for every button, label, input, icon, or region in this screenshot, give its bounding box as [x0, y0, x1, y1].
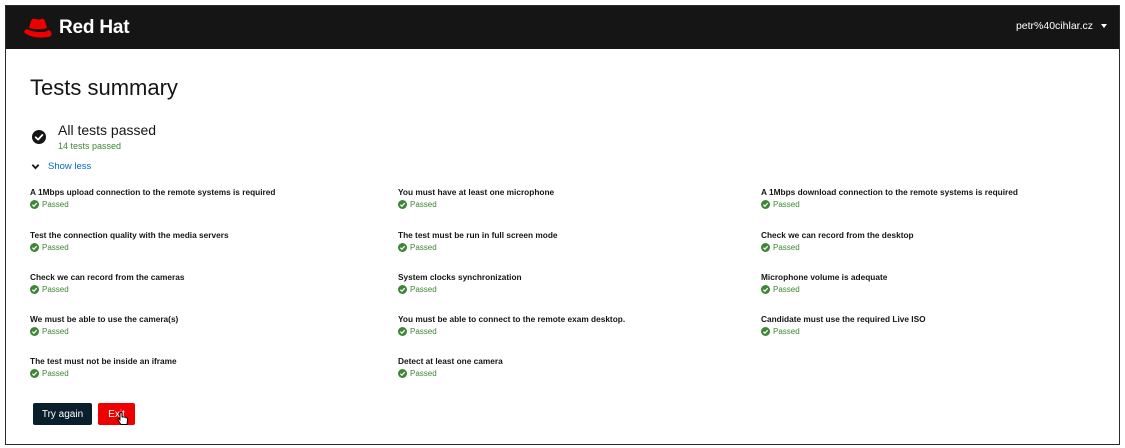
check-circle-icon: [761, 327, 770, 336]
test-item: Microphone volume is adequate Passed: [761, 272, 887, 294]
test-name: The test must not be inside an iframe: [30, 356, 177, 366]
caret-down-icon: [1101, 24, 1107, 28]
test-name: Microphone volume is adequate: [761, 272, 888, 282]
test-status: Passed: [30, 200, 275, 209]
test-item: Check we can record from the desktop Pas…: [761, 230, 914, 252]
test-status: Passed: [30, 327, 178, 336]
chevron-down-icon: [31, 164, 40, 170]
brand-name: Red Hat: [59, 17, 130, 38]
check-circle-icon: [30, 369, 39, 378]
status-label: Passed: [42, 200, 69, 209]
test-status: Passed: [30, 285, 184, 294]
check-circle-icon: [30, 327, 39, 336]
summary-count: 14 tests passed: [58, 141, 122, 151]
status-label: Passed: [773, 200, 800, 209]
test-name: Detect at least one camera: [398, 356, 503, 366]
test-name: We must be able to use the camera(s): [30, 314, 179, 324]
test-item: You must be able to connect to the remot…: [398, 314, 625, 336]
test-status: Passed: [398, 327, 625, 336]
test-status: Passed: [761, 327, 926, 336]
test-item: You must have at least one microphone Pa…: [398, 187, 554, 209]
test-name: The test must be run in full screen mode: [398, 230, 558, 240]
masthead: Red Hat petr%40cihlar.cz: [6, 6, 1119, 49]
status-label: Passed: [773, 243, 800, 252]
status-label: Passed: [42, 285, 69, 294]
check-circle-icon: [761, 243, 770, 252]
test-item: Candidate must use the required Live ISO…: [761, 314, 926, 336]
test-item: Test the connection quality with the med…: [30, 230, 229, 252]
status-label: Passed: [42, 327, 69, 336]
test-name: Check we can record from the cameras: [30, 272, 185, 282]
test-status: Passed: [398, 369, 503, 378]
check-circle-icon: [761, 285, 770, 294]
summary-title: All tests passed: [58, 122, 157, 138]
test-item: A 1Mbps upload connection to the remote …: [30, 187, 275, 209]
test-name: Check we can record from the desktop: [761, 230, 914, 240]
check-circle-icon: [398, 369, 407, 378]
show-less-label: Show less: [48, 161, 92, 172]
check-circle-icon: [30, 285, 39, 294]
test-name: A 1Mbps download connection to the remot…: [761, 187, 1018, 197]
test-name: Test the connection quality with the med…: [30, 230, 229, 240]
test-name: System clocks synchronization: [398, 272, 522, 282]
status-label: Passed: [410, 285, 437, 294]
status-label: Passed: [773, 327, 800, 336]
status-label: Passed: [773, 285, 800, 294]
test-status: Passed: [30, 243, 229, 252]
hand-pointer-cursor-icon: [117, 412, 128, 425]
status-label: Passed: [410, 200, 437, 209]
tests-summary: All tests passed 14 tests passed: [32, 122, 156, 151]
test-status: Passed: [398, 243, 558, 252]
status-label: Passed: [410, 369, 437, 378]
test-status: Passed: [761, 200, 1018, 209]
test-item: Check we can record from the cameras Pas…: [30, 272, 184, 294]
page-title: Tests summary: [30, 75, 178, 100]
check-circle-icon: [398, 200, 407, 209]
test-name: You must be able to connect to the remot…: [398, 314, 626, 324]
test-item: We must be able to use the camera(s) Pas…: [30, 314, 178, 336]
test-name: Candidate must use the required Live ISO: [761, 314, 926, 324]
test-item: The test must be run in full screen mode…: [398, 230, 558, 252]
test-status: Passed: [398, 285, 522, 294]
try-again-button[interactable]: Try again: [33, 403, 92, 425]
app-frame: Red Hat petr%40cihlar.cz: [5, 5, 1120, 445]
test-status: Passed: [761, 285, 887, 294]
user-name: petr%40cihlar.cz: [1015, 20, 1093, 32]
check-circle-icon: [761, 200, 770, 209]
status-label: Passed: [42, 243, 69, 252]
test-name: You must have at least one microphone: [398, 187, 555, 197]
show-less-toggle[interactable]: Show less: [31, 161, 91, 172]
test-status: Passed: [398, 200, 554, 209]
brand-logo[interactable]: Red Hat: [23, 14, 130, 42]
test-item: Detect at least one camera Passed: [398, 356, 503, 378]
test-item: The test must not be inside an iframe Pa…: [30, 356, 177, 378]
test-item: System clocks synchronization Passed: [398, 272, 522, 294]
test-status: Passed: [761, 243, 914, 252]
check-circle-icon: [30, 200, 39, 209]
test-item: A 1Mbps download connection to the remot…: [761, 187, 1018, 209]
check-circle-icon: [398, 243, 407, 252]
status-label: Passed: [410, 243, 437, 252]
test-name: A 1Mbps upload connection to the remote …: [30, 187, 276, 197]
redhat-fedora-logo-icon: [24, 18, 52, 38]
status-label: Passed: [42, 369, 69, 378]
test-status: Passed: [30, 369, 177, 378]
check-circle-icon: [32, 130, 46, 144]
check-circle-icon: [398, 285, 407, 294]
status-label: Passed: [410, 327, 437, 336]
user-menu-toggle[interactable]: petr%40cihlar.cz: [1016, 20, 1107, 32]
check-circle-icon: [30, 243, 39, 252]
check-circle-icon: [398, 327, 407, 336]
